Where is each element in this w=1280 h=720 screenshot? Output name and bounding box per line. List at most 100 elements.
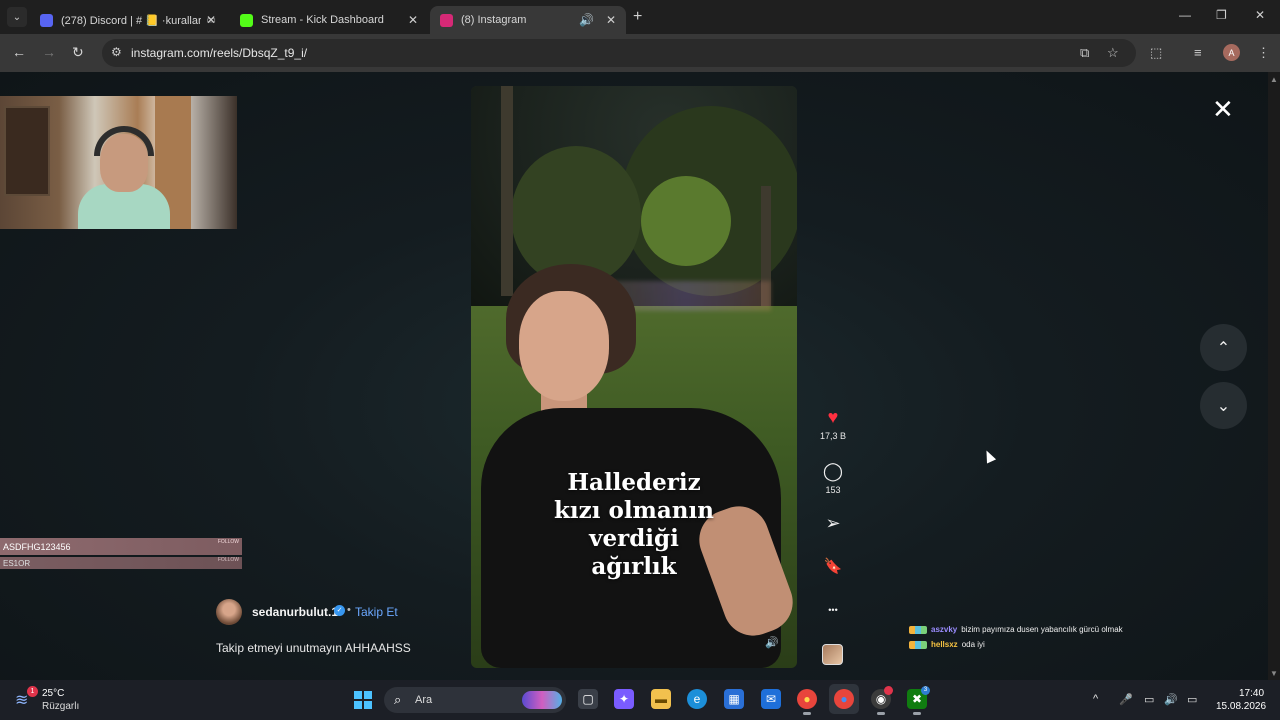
tab-close-button[interactable]: ✕ (606, 13, 616, 27)
follow-tag: FOLLOW (217, 539, 239, 545)
reel-video[interactable]: Hallederiz kızı olmanın verdiği ağırlık … (471, 86, 797, 668)
browser-menu-icon[interactable]: ⋮ (1257, 45, 1270, 61)
forward-button[interactable]: → (42, 44, 56, 60)
app-glyph: ▦ (728, 692, 740, 706)
next-reel-button[interactable]: ⌄ (1200, 382, 1247, 429)
page-scrollbar[interactable]: ▲ ▼ (1268, 72, 1280, 680)
chevron-down-icon: ⌄ (12, 11, 22, 23)
search-icon: ⌕ (394, 692, 402, 707)
browser-toolbar: ← → ↻ ⚙ instagram.com/reels/DbsqZ_t9_i/ … (0, 34, 1280, 72)
close-window-button[interactable]: ✕ (1255, 8, 1265, 22)
chrome-active-icon[interactable]: ● (829, 684, 859, 714)
profile-initial: A (1228, 47, 1235, 58)
app-glyph: e (693, 692, 701, 706)
separator-dot: • (347, 604, 351, 616)
battery-icon[interactable]: ▭ (1187, 693, 1197, 706)
author-avatar[interactable] (216, 599, 242, 625)
weather-temperature[interactable]: 25°C (42, 688, 64, 699)
chevron-down-icon: ⌄ (1216, 397, 1231, 415)
reels-viewer: ASDFHG123456 FOLLOW ES1OR FOLLOW Hallede… (0, 72, 1268, 680)
reload-button[interactable]: ↻ (72, 44, 84, 61)
windows-logo-icon (364, 691, 372, 699)
app-glyph: ● (834, 689, 854, 709)
search-highlight-art (522, 691, 562, 709)
scroll-down-arrow-icon[interactable]: ▼ (1270, 669, 1278, 678)
minimize-button[interactable]: — (1179, 8, 1191, 22)
profile-avatar[interactable]: A (1223, 44, 1240, 61)
webcam-shelf (4, 106, 50, 196)
video-trunk (501, 86, 513, 296)
comment-button[interactable]: ◯ 153 (812, 461, 854, 495)
media-controls-icon[interactable]: ≡ (1194, 45, 1202, 60)
follow-button[interactable]: Takip Et (355, 605, 398, 619)
follow-alert-secondary: ES1OR FOLLOW (0, 557, 242, 569)
tray-overflow-icon[interactable]: ^ (1093, 693, 1098, 705)
follower-name: ES1OR (3, 559, 31, 568)
like-count: 17,3 B (819, 431, 847, 441)
app-glyph: ◉ (875, 692, 887, 706)
back-button[interactable]: ← (12, 44, 26, 60)
audio-thumbnail[interactable] (822, 644, 843, 665)
heart-icon: ♥ (827, 407, 839, 427)
bookmark-star-icon[interactable]: ☆ (1107, 45, 1119, 61)
app-glyph: ✖ (911, 692, 923, 706)
extensions-icon[interactable]: ⬚ (1150, 45, 1162, 61)
copilot-icon[interactable]: ✦ (614, 689, 634, 709)
windows-taskbar: ≋ 1 25°C Rüzgarlı ⌕ Ara ▢ ✦ ▬ e ▦ ✉ ● ● … (0, 680, 1280, 720)
clock-date[interactable]: 15.08.2026 (1216, 701, 1266, 712)
new-tab-button[interactable]: + (633, 8, 642, 26)
more-options-button[interactable]: ••• (812, 600, 854, 620)
post-caption: Takip etmeyi unutmayın AHHAAHSS (216, 641, 411, 655)
tab-audio-icon[interactable]: 🔊 (579, 13, 594, 27)
address-bar[interactable]: ⚙ instagram.com/reels/DbsqZ_t9_i/ ⧉ ☆ (102, 39, 1136, 67)
save-button[interactable]: 🔖 (812, 557, 854, 577)
task-view-icon[interactable]: ▢ (578, 689, 598, 709)
tab-close-button[interactable]: ✕ (408, 13, 418, 27)
tab-instagram[interactable]: (8) Instagram 🔊 ✕ (430, 6, 626, 34)
author-username[interactable]: sedanurbulut.1 (252, 605, 338, 619)
tab-discord[interactable]: (278) Discord | # 📒 ·kurallar ▭ ✕ (30, 6, 226, 34)
microphone-icon[interactable]: 🎤 (1119, 693, 1133, 706)
microsoft-store-icon[interactable]: ▦ (724, 689, 744, 709)
follower-name: ASDFHG123456 (3, 542, 71, 552)
url-text[interactable]: instagram.com/reels/DbsqZ_t9_i/ (131, 46, 307, 60)
bookmark-icon: 🔖 (823, 558, 843, 575)
tab-kick-dashboard[interactable]: Stream - Kick Dashboard ✕ (230, 6, 428, 34)
tab-title: (8) Instagram (461, 14, 527, 26)
weather-alert-badge: 1 (27, 686, 38, 697)
windows-logo-icon (354, 701, 362, 709)
app-glyph: ▬ (655, 692, 667, 706)
file-explorer-icon[interactable]: ▬ (651, 689, 671, 709)
windows-logo-icon (354, 691, 362, 699)
verified-badge-icon: ✓ (334, 605, 345, 616)
windows-logo-icon (364, 701, 372, 709)
taskbar-search[interactable]: ⌕ Ara (384, 687, 566, 713)
weather-condition[interactable]: Rüzgarlı (42, 701, 79, 712)
tab-close-button[interactable]: ✕ (206, 13, 216, 27)
chat-text: bizim payımıza dusen yabancılık gürcü ol… (961, 625, 1123, 634)
kick-favicon-icon (240, 13, 253, 27)
site-info-icon[interactable]: ⚙ (111, 45, 122, 59)
install-app-icon[interactable]: ⧉ (1080, 45, 1089, 61)
send-icon: ➢ (825, 513, 841, 533)
scroll-up-arrow-icon[interactable]: ▲ (1270, 75, 1278, 84)
chrome-icon[interactable]: ● (797, 689, 817, 715)
maximize-button[interactable]: ❐ (1216, 8, 1227, 22)
volume-icon[interactable]: 🔊 (1164, 693, 1178, 706)
edge-icon[interactable]: e (687, 689, 707, 709)
outlook-icon[interactable]: ✉ (761, 689, 781, 709)
like-button[interactable]: ♥ 17,3 B (812, 407, 854, 441)
more-icon: ••• (828, 605, 838, 615)
close-reel-button[interactable]: ✕ (1212, 96, 1234, 122)
mute-toggle-icon[interactable]: 🔊 (765, 636, 779, 649)
network-icon[interactable]: ▭ (1144, 693, 1154, 706)
previous-reel-button[interactable]: ⌃ (1200, 324, 1247, 371)
chat-badges-icon (909, 640, 927, 649)
instagram-favicon-icon (440, 13, 453, 27)
clock-time[interactable]: 17:40 (1239, 688, 1264, 699)
follow-alert-primary: ASDFHG123456 FOLLOW (0, 538, 242, 555)
caption-line: Hallederiz (567, 469, 701, 496)
share-button[interactable]: ➢ (812, 513, 854, 533)
start-button[interactable] (354, 691, 372, 709)
tab-search-button[interactable]: ⌄ (7, 7, 27, 27)
